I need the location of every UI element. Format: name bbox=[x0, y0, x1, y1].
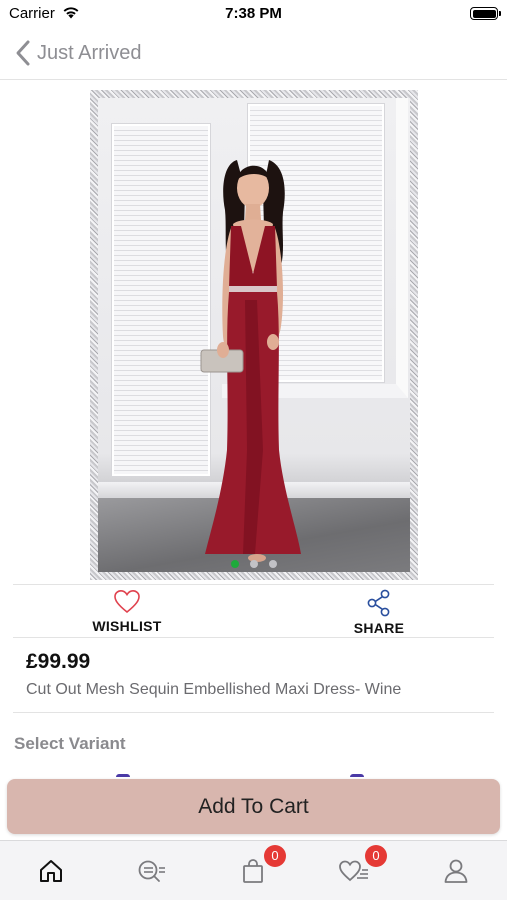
wishlist-label: WISHLIST bbox=[92, 618, 162, 634]
product-photo bbox=[98, 98, 410, 572]
profile-icon bbox=[444, 859, 468, 883]
navigation-bar: Just Arrived bbox=[0, 28, 507, 80]
wishlist-icon bbox=[339, 860, 368, 882]
cart-count-badge: 0 bbox=[264, 845, 286, 867]
share-icon bbox=[367, 589, 390, 617]
select-variant-label: Select Variant bbox=[14, 734, 126, 753]
clock: 7:38 PM bbox=[225, 5, 282, 22]
heart-icon bbox=[114, 589, 140, 614]
back-chevron-icon bbox=[16, 40, 30, 66]
battery-icon bbox=[470, 7, 501, 20]
status-bar: Carrier 7:38 PM bbox=[0, 0, 507, 28]
search-icon bbox=[138, 860, 165, 882]
carousel-dots bbox=[90, 560, 418, 568]
tab-home[interactable] bbox=[21, 841, 81, 900]
product-actions: WISHLIST SHARE bbox=[13, 584, 494, 638]
wishlist-count-badge: 0 bbox=[365, 845, 387, 867]
back-button[interactable]: Just Arrived bbox=[14, 38, 141, 68]
product-price: £99.99 bbox=[26, 650, 91, 673]
tab-wishlist[interactable]: 0 bbox=[324, 841, 387, 900]
carousel-dot-3[interactable] bbox=[269, 560, 277, 568]
model-in-dress bbox=[200, 160, 301, 562]
wishlist-button[interactable]: WISHLIST bbox=[57, 585, 197, 639]
carousel-dot-2[interactable] bbox=[250, 560, 258, 568]
product-image-carousel[interactable] bbox=[90, 90, 418, 580]
share-button[interactable]: SHARE bbox=[309, 585, 449, 639]
divider bbox=[13, 712, 494, 713]
add-to-cart-button[interactable]: Add To Cart bbox=[7, 779, 500, 834]
tab-bar: 0 0 bbox=[0, 840, 507, 900]
tab-cart[interactable]: 0 bbox=[223, 841, 286, 900]
product-title: Cut Out Mesh Sequin Embellished Maxi Dre… bbox=[26, 681, 402, 698]
back-label: Just Arrived bbox=[37, 41, 142, 64]
share-label: SHARE bbox=[353, 620, 405, 636]
shopping-bag-icon bbox=[243, 859, 263, 883]
tab-profile[interactable] bbox=[426, 841, 486, 900]
carousel-dot-1[interactable] bbox=[231, 560, 239, 568]
home-icon bbox=[40, 860, 62, 882]
tab-search[interactable] bbox=[122, 841, 182, 900]
